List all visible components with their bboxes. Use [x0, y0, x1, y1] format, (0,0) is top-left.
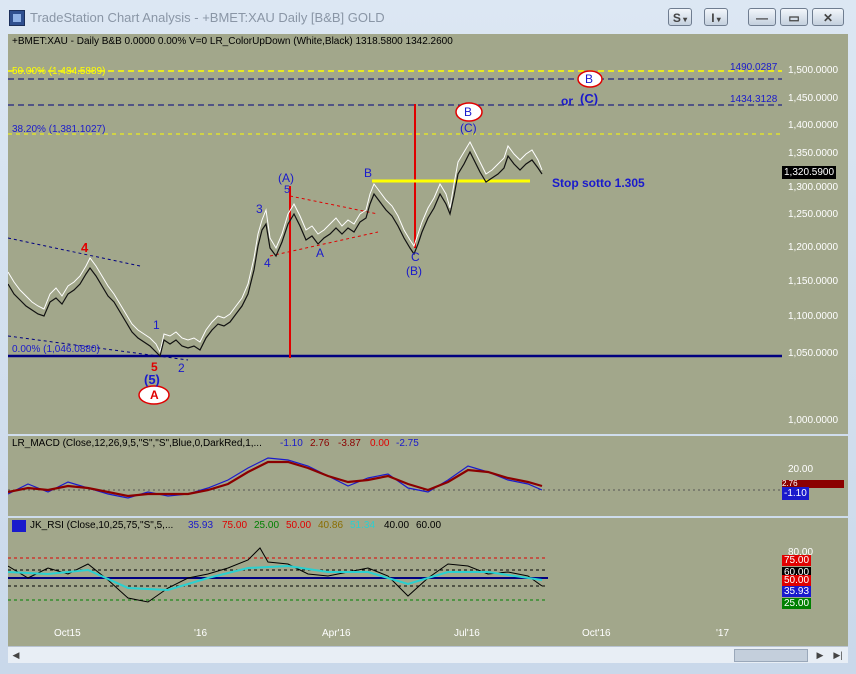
fib-382-label: 38.20% (1,381.1027) [12, 124, 106, 135]
wave-A-circle-label: A [150, 388, 159, 402]
fib-0-label: 0.00% (1,046.0880) [12, 344, 100, 355]
macd-line [8, 457, 543, 499]
time-tick: '16 [194, 628, 208, 639]
macd-value-2: 2.76 [310, 438, 330, 449]
rsi-value-4: 50.00 [286, 520, 312, 531]
chart-window: TradeStation Chart Analysis - +BMET:XAU … [0, 0, 856, 674]
price-tick: 1,000.0000 [788, 415, 839, 426]
dropdown-icon: ▾ [714, 15, 721, 24]
rsi-value-5: 40.86 [318, 520, 344, 531]
time-axis[interactable]: Oct15 '16 Apr'16 Jul'16 Oct'16 '17 [8, 622, 848, 646]
price-header: +BMET:XAU - Daily B&B 0.0000 0.00% V=0 L… [12, 36, 453, 47]
price-tick: 1,050.0000 [788, 348, 839, 359]
wave-4: 4 [264, 256, 271, 270]
macd-value-3: -3.87 [338, 438, 361, 449]
close-button[interactable]: ✕ [812, 8, 844, 26]
trend-line-upper [8, 237, 141, 267]
time-tick: Apr'16 [322, 628, 351, 639]
rsi-pane[interactable]: JK_RSI (Close,10,25,75,"S",5,... 35.93 7… [8, 518, 782, 622]
fib-50-label: 50.00% (1,484.5889) [12, 66, 106, 77]
wave-A: A [316, 246, 325, 260]
price-tick: 1,150.0000 [788, 276, 839, 287]
scroll-end-icon[interactable]: ▶| [830, 647, 846, 663]
rsi-badge-icon [12, 520, 26, 532]
time-tick: Oct15 [54, 628, 81, 639]
macd-value-4: 0.00 [370, 438, 390, 449]
rsi-value-8: 60.00 [416, 520, 442, 531]
time-tick: '17 [716, 628, 730, 639]
rsi-value-3: 25.00 [254, 520, 280, 531]
level-mid-label: 1434.3128 [730, 94, 778, 105]
dropdown-icon: ▾ [680, 15, 688, 24]
level-top-label: 1490.0287 [730, 62, 778, 73]
macd-tick: 20.00 [788, 464, 814, 475]
app-icon [9, 10, 25, 26]
price-tick: 1,350.0000 [788, 148, 839, 159]
wave-B-circle-label: B [464, 105, 473, 119]
rsi-value-6: 51.34 [350, 520, 376, 531]
price-tick: 1,250.0000 [788, 209, 839, 220]
horizontal-scrollbar[interactable]: ◀ ▶ ▶| [8, 646, 848, 663]
rsi-value-7: 40.00 [384, 520, 410, 531]
wave-4-red: 4 [81, 240, 89, 255]
rsi-svg [8, 547, 548, 603]
macd-header: LR_MACD (Close,12,26,9,5,"S","S",Blue,0,… [12, 438, 262, 449]
macd-current-tag: -1.10 [782, 487, 809, 500]
macd-value-5: -2.75 [396, 438, 419, 449]
price-tick: 1,300.0000 [788, 182, 839, 193]
close-icon: ✕ [822, 11, 834, 25]
wave-2: 2 [178, 361, 185, 375]
stop-label: Stop sotto 1.305 [552, 176, 645, 190]
wave-5-paren: (5) [144, 372, 160, 387]
wave-1: 1 [153, 318, 160, 332]
time-tick: Jul'16 [454, 628, 480, 639]
rsi-line [8, 547, 543, 603]
rsi-tag-current: 35.93 [782, 586, 812, 597]
minimize-icon: — [756, 11, 768, 25]
wave-C-paren: (C) [460, 121, 477, 135]
wave-C: C [411, 250, 420, 264]
macd-pane[interactable]: LR_MACD (Close,12,26,9,5,"S","S",Blue,0,… [8, 436, 782, 516]
scroll-thumb[interactable] [734, 649, 808, 662]
rsi-tag-75: 75.00 [782, 555, 812, 566]
symbol-button-label: S [672, 11, 681, 25]
wave-B: B [364, 166, 373, 180]
macd-value-1: -1.10 [280, 438, 303, 449]
symbol-button[interactable]: S ▾ [668, 8, 692, 26]
indicator-button[interactable]: I ▾ [704, 8, 728, 26]
wave-3: 3 [256, 202, 263, 216]
time-tick: Oct'16 [582, 628, 611, 639]
price-tick: 1,500.0000 [788, 65, 839, 76]
rsi-y-axis[interactable]: 80.00 75.00 60.00 50.00 35.93 25.00 [782, 518, 848, 622]
price-chart-svg [8, 70, 782, 405]
or-label: or [561, 94, 573, 108]
signal-line [8, 460, 543, 498]
wave-5: 5 [284, 184, 291, 196]
macd-y-axis[interactable]: 20.00 2.76 -1.10 [782, 436, 848, 516]
last-price-tag: 1,320.5900 [782, 166, 837, 179]
window-title: TradeStation Chart Analysis - +BMET:XAU … [30, 10, 385, 25]
wave-A-paren: (A) [278, 171, 294, 185]
wave-B-top-label: B [585, 72, 594, 86]
price-tick: 1,450.0000 [788, 93, 839, 104]
price-tick: 1,400.0000 [788, 120, 839, 131]
wave-C-paren-top: (C) [580, 91, 599, 106]
rsi-value-2: 75.00 [222, 520, 248, 531]
price-tick: 1,100.0000 [788, 311, 839, 322]
scroll-right-icon[interactable]: ▶ [812, 647, 828, 663]
wave-B-paren: (B) [406, 264, 422, 278]
price-pane[interactable]: +BMET:XAU - Daily B&B 0.0000 0.00% V=0 L… [8, 34, 782, 434]
rsi-tag-50: 50.00 [782, 575, 812, 586]
price-tick: 1,200.0000 [788, 242, 839, 253]
rsi-header: JK_RSI (Close,10,25,75,"S",5,... [30, 520, 174, 531]
scroll-left-icon[interactable]: ◀ [8, 647, 24, 663]
maximize-button[interactable]: ▭ [780, 8, 808, 26]
price-y-axis[interactable]: 1,500.0000 1,450.0000 1,400.0000 1,350.0… [782, 34, 848, 434]
restore-icon: ▭ [788, 11, 800, 25]
title-bar[interactable]: TradeStation Chart Analysis - +BMET:XAU … [0, 0, 856, 34]
rsi-value-1: 35.93 [188, 520, 214, 531]
rsi-tag-25: 25.00 [782, 598, 812, 609]
minimize-button[interactable]: — [748, 8, 776, 26]
